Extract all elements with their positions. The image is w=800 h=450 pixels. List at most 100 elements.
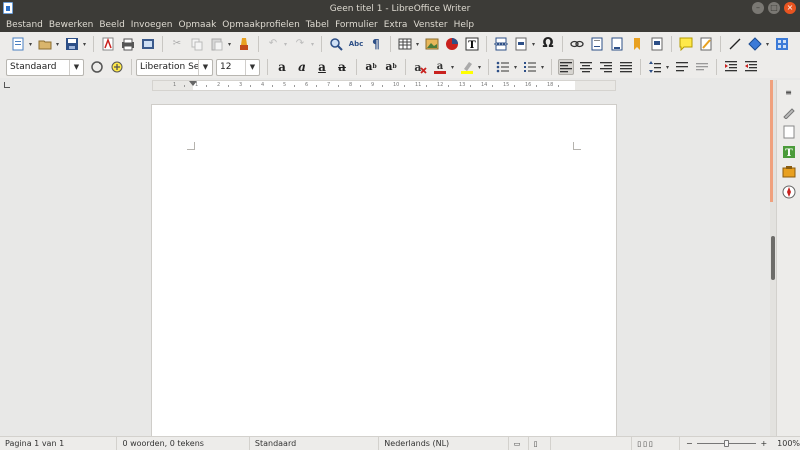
hyperlink-icon[interactable] bbox=[569, 36, 585, 52]
zoom-out-button[interactable]: − bbox=[680, 439, 693, 448]
line-icon[interactable] bbox=[727, 36, 743, 52]
numbering-icon[interactable] bbox=[522, 59, 538, 75]
menu-formulier[interactable]: Formulier bbox=[332, 20, 381, 30]
menu-bestand[interactable]: Bestand bbox=[3, 20, 46, 30]
find-replace-icon[interactable] bbox=[328, 36, 344, 52]
insert-table-dropdown[interactable]: ▾ bbox=[415, 36, 420, 52]
save-icon[interactable] bbox=[64, 36, 80, 52]
menu-tabel[interactable]: Tabel bbox=[303, 20, 332, 30]
menu-opmaak[interactable]: Opmaak bbox=[175, 20, 219, 30]
update-style-icon[interactable] bbox=[89, 59, 105, 75]
menu-beeld[interactable]: Beeld bbox=[96, 20, 127, 30]
undo-icon[interactable]: ↶ bbox=[265, 36, 281, 52]
navigator-icon[interactable] bbox=[781, 184, 797, 200]
gallery-icon[interactable] bbox=[781, 164, 797, 180]
font-color-dropdown[interactable]: ▾ bbox=[450, 59, 455, 75]
footnote-icon[interactable] bbox=[589, 36, 605, 52]
menu-bewerken[interactable]: Bewerken bbox=[46, 20, 96, 30]
redo-icon[interactable]: ↷ bbox=[292, 36, 308, 52]
selection-mode-icon[interactable]: ▯ bbox=[529, 436, 551, 450]
spellcheck-icon[interactable]: Abc bbox=[348, 36, 364, 52]
undo-dropdown[interactable]: ▾ bbox=[283, 36, 288, 52]
print-icon[interactable] bbox=[120, 36, 136, 52]
document-canvas[interactable] bbox=[0, 92, 770, 436]
line-spacing-icon[interactable] bbox=[647, 59, 663, 75]
highlight-icon[interactable] bbox=[459, 59, 475, 75]
basic-shapes-icon[interactable] bbox=[747, 36, 763, 52]
formatting-marks-icon[interactable]: ¶ bbox=[368, 36, 384, 52]
subscript-icon[interactable]: ab bbox=[383, 59, 399, 75]
basic-shapes-dropdown[interactable]: ▾ bbox=[765, 36, 770, 52]
italic-icon[interactable]: a bbox=[294, 59, 310, 75]
export-pdf-icon[interactable] bbox=[100, 36, 116, 52]
menu-venster[interactable]: Venster bbox=[410, 20, 450, 30]
zoom-slider[interactable] bbox=[696, 440, 757, 447]
language[interactable]: Nederlands (NL) bbox=[379, 436, 509, 450]
line-spacing-dropdown[interactable]: ▾ bbox=[665, 59, 670, 75]
insert-mode-indicator[interactable]: ▭ bbox=[509, 436, 529, 450]
writer-app-icon[interactable] bbox=[3, 2, 13, 14]
insert-field-icon[interactable] bbox=[513, 36, 529, 52]
open-dropdown[interactable]: ▾ bbox=[55, 36, 60, 52]
zoom-slider-knob[interactable] bbox=[723, 440, 729, 447]
styles-icon[interactable]: T bbox=[781, 144, 797, 160]
new-document-dropdown[interactable]: ▾ bbox=[28, 36, 33, 52]
strikethrough-icon[interactable]: a bbox=[334, 59, 350, 75]
new-document-icon[interactable] bbox=[10, 36, 26, 52]
align-center-icon[interactable] bbox=[578, 59, 594, 75]
document-page[interactable] bbox=[151, 104, 617, 436]
page-break-icon[interactable] bbox=[493, 36, 509, 52]
bookmark-icon[interactable] bbox=[629, 36, 645, 52]
page-style[interactable]: Standaard bbox=[250, 436, 380, 450]
insert-textbox-icon[interactable]: T bbox=[464, 36, 480, 52]
tab-stop-selector[interactable] bbox=[4, 82, 10, 88]
cut-icon[interactable]: ✂ bbox=[169, 36, 185, 52]
close-button[interactable]: × bbox=[784, 2, 796, 14]
scrollbar-thumb[interactable] bbox=[771, 236, 775, 280]
open-folder-icon[interactable] bbox=[37, 36, 53, 52]
copy-icon[interactable] bbox=[189, 36, 205, 52]
clone-formatting-icon[interactable] bbox=[236, 36, 252, 52]
paste-dropdown[interactable]: ▾ bbox=[227, 36, 232, 52]
paragraph-style-select[interactable]: Standaard ▼ bbox=[6, 58, 84, 76]
comment-icon[interactable] bbox=[678, 36, 694, 52]
print-preview-icon[interactable] bbox=[140, 36, 156, 52]
decrease-indent-icon[interactable] bbox=[743, 59, 759, 75]
insert-field-dropdown[interactable]: ▾ bbox=[531, 36, 536, 52]
menu-invoegen[interactable]: Invoegen bbox=[128, 20, 176, 30]
sidebar-menu-icon[interactable]: ≡ bbox=[781, 84, 797, 100]
chevron-down-icon[interactable]: ▼ bbox=[69, 59, 83, 75]
bullets-icon[interactable] bbox=[495, 59, 511, 75]
zoom-in-button[interactable]: + bbox=[760, 439, 767, 448]
bold-icon[interactable]: a bbox=[274, 59, 290, 75]
justify-icon[interactable] bbox=[618, 59, 634, 75]
new-style-icon[interactable] bbox=[109, 59, 125, 75]
horizontal-ruler[interactable]: 1 1 2 3 4 5 6 7 8 9 10 11 12 13 14 15 16 18 bbox=[152, 80, 616, 91]
superscript-icon[interactable]: ab bbox=[363, 59, 379, 75]
underline-icon[interactable]: a bbox=[314, 59, 330, 75]
chevron-down-icon[interactable]: ▼ bbox=[245, 59, 259, 75]
minimize-button[interactable]: – bbox=[752, 2, 764, 14]
bullets-dropdown[interactable]: ▾ bbox=[513, 59, 518, 75]
redo-dropdown[interactable]: ▾ bbox=[310, 36, 315, 52]
chevron-down-icon[interactable]: ▼ bbox=[198, 59, 212, 75]
track-changes-icon[interactable] bbox=[698, 36, 714, 52]
insert-chart-icon[interactable] bbox=[444, 36, 460, 52]
decrease-paragraph-spacing-icon[interactable] bbox=[694, 59, 710, 75]
font-name-select[interactable]: Liberation Ser ▼ bbox=[136, 58, 213, 76]
draw-functions-icon[interactable] bbox=[774, 36, 790, 52]
align-right-icon[interactable] bbox=[598, 59, 614, 75]
maximize-button[interactable]: □ bbox=[768, 2, 780, 14]
view-layout-icons[interactable]: ▯▯▯ bbox=[632, 436, 681, 450]
insert-image-icon[interactable] bbox=[424, 36, 440, 52]
word-count[interactable]: 0 woorden, 0 tekens bbox=[117, 436, 250, 450]
cross-reference-icon[interactable] bbox=[649, 36, 665, 52]
increase-paragraph-spacing-icon[interactable] bbox=[674, 59, 690, 75]
font-color-icon[interactable]: a bbox=[432, 59, 448, 75]
endnote-icon[interactable] bbox=[609, 36, 625, 52]
increase-indent-icon[interactable] bbox=[723, 59, 739, 75]
insert-table-icon[interactable] bbox=[397, 36, 413, 52]
zoom-level[interactable]: 100% bbox=[767, 439, 800, 448]
highlight-dropdown[interactable]: ▾ bbox=[477, 59, 482, 75]
menu-opmaakprofielen[interactable]: Opmaakprofielen bbox=[219, 20, 302, 30]
